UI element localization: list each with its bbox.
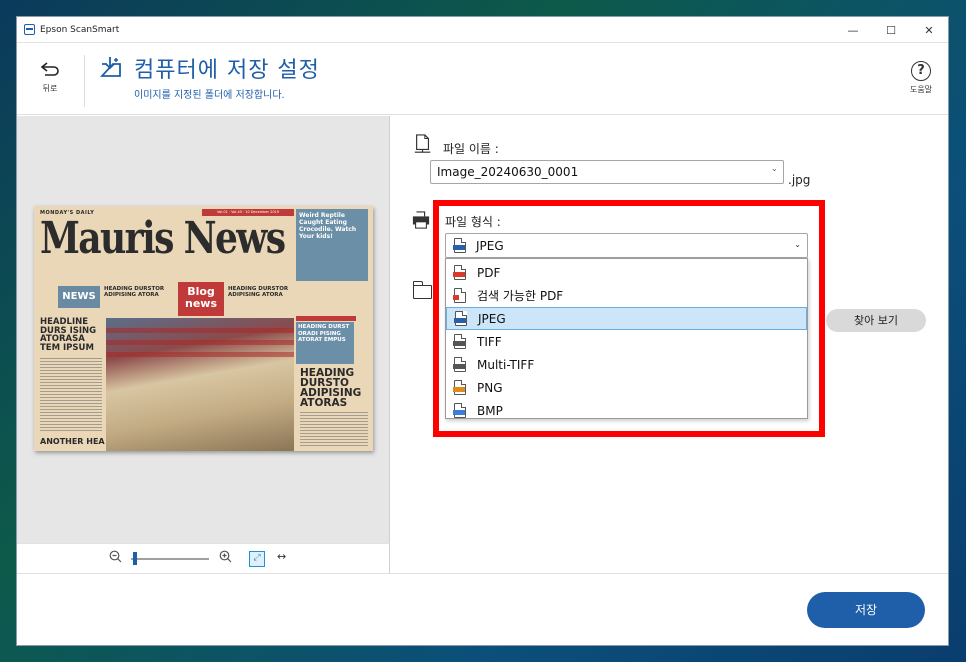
scan-preview-image: MONDAY'S DAILY Vol.01 · Vol.45 · 10 Dece… [34,206,373,451]
file-format-icon [412,211,430,229]
back-label: 뒤로 [42,84,58,93]
newspaper-another-heading: ANOTHER HEA [40,437,105,446]
header-divider [84,55,85,107]
file-name-label: 파일 이름 : [443,142,499,156]
zoom-slider-track[interactable] [131,558,209,560]
title-bar: Epson ScanSmart — ☐ ✕ [17,17,948,43]
folder-icon [412,281,432,299]
scansmart-app-icon [24,24,35,35]
file-extension: .jpg [788,173,811,187]
fit-to-window-icon[interactable]: ⤢ [249,551,265,567]
newspaper-text-col-right [300,412,368,448]
save-button[interactable]: 저장 [807,592,925,628]
newspaper-news-box: NEWS [58,286,100,308]
minimize-button[interactable]: — [834,17,872,43]
back-arrow-icon [35,61,65,81]
footer-divider [17,573,948,574]
help-label: 도움말 [909,85,933,94]
save-to-computer-icon [100,57,121,77]
close-button[interactable]: ✕ [910,17,948,43]
newspaper-text-col-left [40,358,102,432]
window-controls: — ☐ ✕ [834,17,948,43]
back-button[interactable]: 뒤로 [35,61,65,94]
page-title: 컴퓨터에 저장 설정 [134,58,320,83]
newspaper-col1-heading: HEADING DURSTOR ADIPISING ATORA [104,286,165,298]
highlight-annotation-box [433,200,825,437]
fit-width-icon[interactable]: ↔ [277,550,286,563]
newspaper-headline-left: HEADLINE DURS ISING ATORASA TEM IPSUM [40,317,97,353]
newspaper-col2-heading: HEADING DURSTOR ADIPISING ATORA [228,286,289,298]
file-name-chevron-icon[interactable]: ⌄ [771,164,778,173]
newspaper-side-top-text: Weird Reptile Caught Eating Crocodile. W… [299,212,357,240]
help-icon: ? [911,61,931,81]
window-title: Epson ScanSmart [40,24,120,35]
maximize-button[interactable]: ☐ [872,17,910,43]
newspaper-side-top: Weird Reptile Caught Eating Crocodile. W… [296,209,368,281]
browse-button[interactable]: 찾아 보기 [826,309,926,332]
zoom-in-icon[interactable] [219,550,232,567]
page-subtitle: 이미지를 지정된 폴더에 저장합니다. [134,90,285,101]
zoom-slider-handle[interactable] [133,552,137,565]
file-name-icon [414,134,431,153]
help-button[interactable]: ? 도움말 [906,61,936,95]
newspaper-side-mid: HEADING DURST ORADI PISING ATORAT EMPUS [296,322,354,364]
newspaper-photo [106,318,294,451]
newspaper-blog-box: Blog news [178,282,224,316]
file-name-input[interactable]: Image_20240630_0001 [430,160,784,184]
newspaper-masthead: Mauris News [40,213,286,264]
page-header: 뒤로 컴퓨터에 저장 설정 이미지를 지정된 폴더에 저장합니다. ? 도움말 [17,43,948,115]
newspaper-headline-right: HEADING DURSTO ADIPISING ATORAS [300,367,362,409]
zoom-toolbar: ⤢ ↔ [17,543,390,573]
zoom-out-icon[interactable] [109,550,122,567]
newspaper-red-bar [296,316,356,321]
